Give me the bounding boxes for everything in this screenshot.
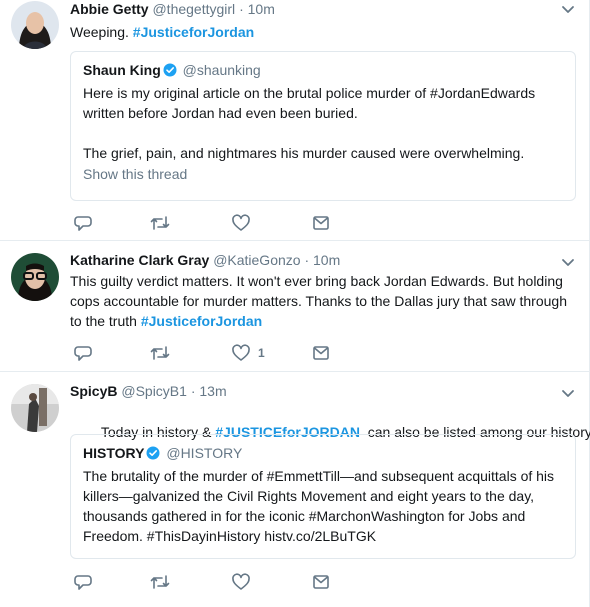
tweet-text-line: This guilty verdict matters. It won't ev…	[70, 273, 563, 289]
quoted-text-line: The grief, pain, and nightmares his murd…	[83, 145, 525, 161]
timestamp[interactable]: 10m	[248, 1, 275, 17]
heart-icon	[232, 573, 250, 590]
quoted-text-line: Here is my original article on the bruta…	[83, 85, 536, 101]
username[interactable]: @SpicyB1	[121, 383, 187, 399]
hashtag-link[interactable]: #JusticeforJordan	[141, 313, 262, 329]
envelope-icon	[313, 575, 329, 589]
timestamp[interactable]: 13m	[199, 383, 226, 399]
quoted-text-line: Freedom. #ThisDayinHistory histv.co/2LBu…	[83, 528, 377, 544]
tweet[interactable]: Katharine Clark Gray @KatieGonzo · 10m T…	[0, 241, 589, 372]
tweet-text: This guilty verdict matters. It won't ev…	[70, 271, 575, 331]
quoted-text: The brutality of the murder of #EmmettTi…	[83, 466, 563, 546]
display-name[interactable]: SpicyB	[70, 383, 117, 399]
heart-icon	[232, 214, 250, 231]
direct-message-button[interactable]	[312, 213, 330, 233]
quoted-text: Here is my original article on the bruta…	[83, 83, 563, 163]
quoted-username: @shaunking	[182, 62, 261, 78]
tweet-text-plain: Weeping.	[70, 24, 133, 40]
quoted-text-line: written before Jordan had even been buri…	[83, 105, 358, 121]
tweet-header: SpicyB @SpicyB1 · 13m	[70, 382, 575, 400]
chevron-down-icon[interactable]	[561, 258, 575, 268]
separator-dot: ·	[304, 252, 310, 268]
quoted-text-line: The brutality of the murder of #EmmettTi…	[83, 468, 555, 484]
username[interactable]: @thegettygirl	[152, 1, 235, 17]
display-name[interactable]: Abbie Getty	[70, 1, 149, 17]
quoted-text-line: thousands gathered in for the iconic #Ma…	[83, 508, 526, 524]
reply-button[interactable]	[74, 572, 92, 592]
retweet-icon	[150, 575, 170, 589]
reply-icon	[74, 575, 92, 590]
envelope-icon	[313, 346, 329, 360]
quoted-display-name: Shaun King	[83, 62, 161, 78]
like-button[interactable]	[232, 572, 258, 592]
username[interactable]: @KatieGonzo	[213, 252, 300, 268]
quoted-tweet[interactable]: Shaun King @shaunking Here is my origina…	[70, 51, 576, 201]
envelope-icon	[313, 216, 329, 230]
quoted-username: @HISTORY	[166, 445, 243, 461]
tweet-header: Katharine Clark Gray @KatieGonzo · 10m	[70, 251, 575, 269]
quoted-tweet[interactable]: HISTORY @HISTORY The brutality of the mu…	[70, 434, 576, 559]
reply-button[interactable]	[74, 213, 92, 233]
retweet-icon	[150, 346, 170, 360]
tweet[interactable]: SpicyB @SpicyB1 · 13m Today in history &…	[0, 372, 590, 607]
chevron-down-icon[interactable]	[561, 5, 575, 15]
separator-dot: ·	[239, 1, 244, 17]
retweet-button[interactable]	[150, 213, 170, 233]
reply-icon	[74, 216, 92, 231]
timeline: Abbie Getty @thegettygirl · 10m Weeping.…	[0, 0, 590, 607]
tweet-header: Abbie Getty @thegettygirl · 10m	[70, 0, 575, 18]
like-button[interactable]	[232, 213, 258, 233]
like-button[interactable]: 1	[232, 343, 265, 363]
separator-dot: ·	[190, 383, 196, 399]
retweet-button[interactable]	[150, 343, 170, 363]
direct-message-button[interactable]	[312, 572, 330, 592]
verified-badge-icon	[163, 63, 177, 77]
display-name[interactable]: Katharine Clark Gray	[70, 252, 209, 268]
hashtag-link[interactable]: #JusticeforJordan	[133, 24, 254, 40]
avatar[interactable]	[11, 384, 59, 432]
show-thread-link[interactable]: Show this thread	[83, 164, 563, 184]
tweet-text: Weeping. #JusticeforJordan	[70, 22, 575, 42]
retweet-icon	[150, 216, 170, 230]
reply-icon	[74, 346, 92, 361]
tweet-actions: 1	[70, 343, 370, 363]
reply-button[interactable]	[74, 343, 92, 363]
heart-icon	[232, 344, 250, 361]
direct-message-button[interactable]	[312, 343, 330, 363]
tweet-actions	[70, 572, 370, 592]
like-count: 1	[258, 346, 265, 360]
quoted-header: Shaun King @shaunking	[83, 61, 563, 79]
avatar[interactable]	[11, 253, 59, 301]
quoted-header: HISTORY @HISTORY	[83, 444, 563, 462]
quoted-display-name: HISTORY	[83, 445, 145, 461]
tweet-actions	[70, 213, 370, 233]
tweet-text-line: cops accountable for murder matters. Tha…	[70, 293, 567, 309]
chevron-down-icon[interactable]	[561, 389, 575, 399]
retweet-button[interactable]	[150, 572, 170, 592]
timestamp[interactable]: 10m	[313, 252, 340, 268]
verified-badge-icon	[146, 446, 160, 460]
quoted-text-line: killers—galvanized the Civil Rights Move…	[83, 488, 535, 504]
tweet[interactable]: Abbie Getty @thegettygirl · 10m Weeping.…	[0, 0, 589, 241]
tweet-text-plain: to the truth	[70, 313, 141, 329]
avatar[interactable]	[11, 1, 59, 49]
